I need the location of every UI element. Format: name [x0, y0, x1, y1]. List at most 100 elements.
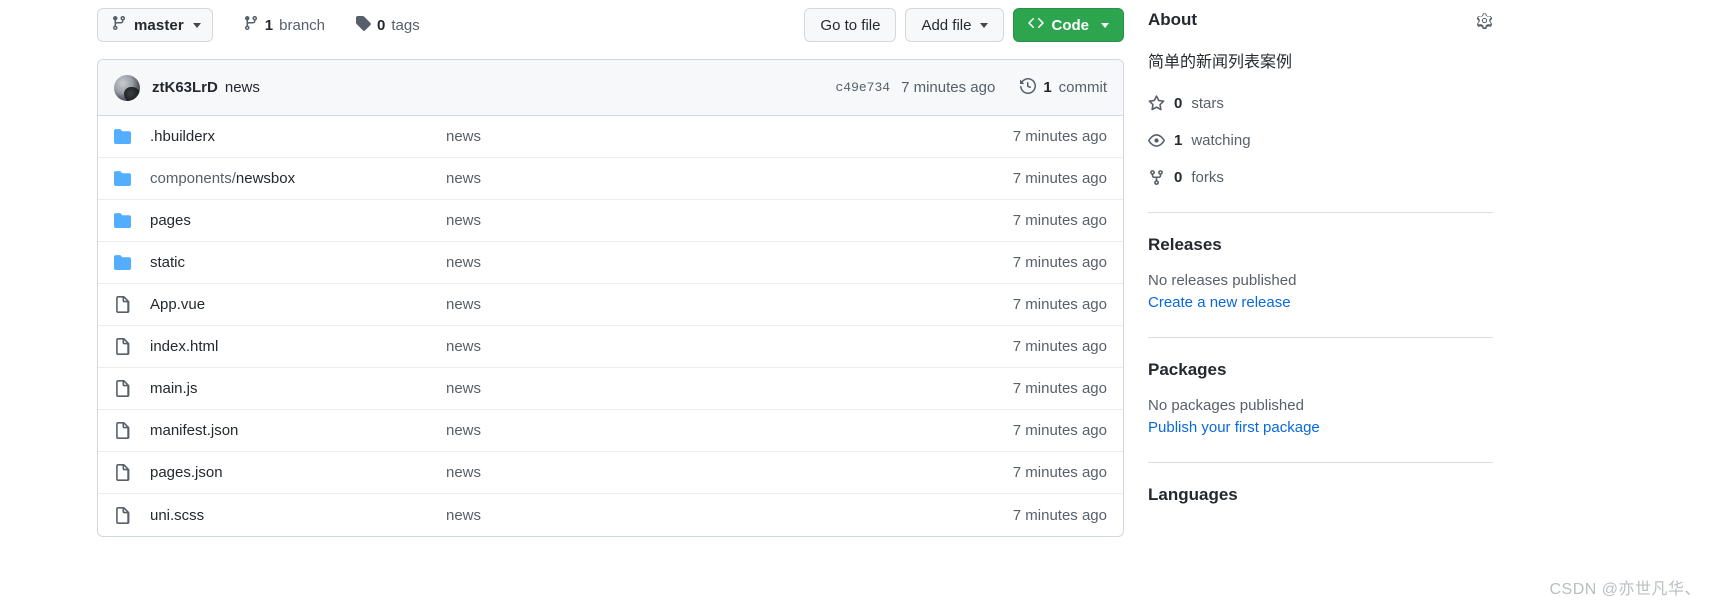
- file-commit-time: 7 minutes ago: [1012, 128, 1107, 145]
- divider: [1148, 212, 1493, 213]
- stat-stars[interactable]: 0 stars: [1148, 95, 1493, 112]
- releases-title: Releases: [1148, 235, 1222, 254]
- file-name-link[interactable]: pages.json: [150, 464, 446, 481]
- folder-icon: [114, 212, 150, 229]
- branches-count: 1: [264, 16, 274, 34]
- file-commit-message[interactable]: news: [446, 507, 1013, 524]
- table-row[interactable]: App.vue news 7 minutes ago: [98, 284, 1123, 326]
- stat-forks[interactable]: 0 forks: [1148, 169, 1493, 186]
- git-branch-icon: [111, 15, 127, 35]
- folder-icon: [114, 254, 150, 271]
- eye-icon: [1148, 132, 1165, 149]
- commit-meta: c49e734 7 minutes ago 1 commit: [835, 77, 1107, 98]
- chevron-down-icon: [1101, 22, 1109, 28]
- tag-icon: [355, 15, 371, 35]
- add-file-label: Add file: [921, 16, 972, 34]
- repository-stats: 0 stars 1 watching 0 forks: [1148, 95, 1493, 186]
- file-name-link[interactable]: pages: [150, 212, 446, 229]
- file-name-link[interactable]: .hbuilderx: [150, 128, 446, 145]
- commits-count: 1: [1043, 79, 1052, 96]
- table-row[interactable]: components/newsbox news 7 minutes ago: [98, 158, 1123, 200]
- gear-icon[interactable]: [1476, 12, 1493, 29]
- tags-label: tags: [391, 16, 420, 34]
- file-name-link[interactable]: manifest.json: [150, 422, 446, 439]
- csdn-watermark: CSDN @亦世凡华、: [1549, 581, 1701, 598]
- file-name-label: manifest.json: [150, 422, 239, 439]
- chevron-down-icon: [192, 22, 201, 28]
- stat-label: watching: [1191, 132, 1251, 149]
- commit-sha-link[interactable]: c49e734: [835, 80, 890, 95]
- file-commit-message[interactable]: news: [446, 296, 1013, 313]
- latest-commit-bar: ztK63LrD news c49e734 7 minutes ago 1 co…: [98, 60, 1123, 116]
- file-icon: [114, 464, 150, 481]
- file-name-label: App.vue: [150, 296, 206, 313]
- file-icon: [114, 422, 150, 439]
- file-commit-time: 7 minutes ago: [1012, 506, 1107, 524]
- table-row[interactable]: manifest.json news 7 minutes ago: [98, 410, 1123, 452]
- folder-icon: [114, 170, 150, 187]
- about-description: 简单的新闻列表案例: [1148, 54, 1293, 71]
- add-file-button[interactable]: Add file: [905, 8, 1004, 42]
- tags-count-link[interactable]: 0 tags: [355, 15, 420, 35]
- repository-page: master 1 branch 0 tags Go to file Add fi…: [0, 0, 1715, 609]
- file-commit-time: 7 minutes ago: [1012, 296, 1107, 313]
- branch-selector-button[interactable]: master: [97, 8, 213, 42]
- file-name-link[interactable]: static: [150, 254, 446, 271]
- file-icon: [114, 380, 150, 397]
- file-name-label: uni.scss: [150, 506, 205, 524]
- branches-label: branch: [279, 16, 326, 34]
- divider: [1148, 462, 1493, 463]
- file-commit-message[interactable]: news: [446, 170, 1013, 187]
- table-row[interactable]: index.html news 7 minutes ago: [98, 326, 1123, 368]
- star-icon: [1148, 95, 1165, 112]
- about-title: About: [1148, 10, 1198, 29]
- file-commit-message[interactable]: news: [446, 380, 1013, 397]
- table-row[interactable]: .hbuilderx news 7 minutes ago: [98, 116, 1123, 158]
- stat-count: 1: [1174, 132, 1183, 149]
- fork-icon: [1148, 169, 1165, 186]
- stat-label: stars: [1191, 95, 1224, 112]
- file-commit-message[interactable]: news: [446, 212, 1013, 229]
- file-name-link[interactable]: components/newsbox: [150, 170, 446, 187]
- tags-count: 0: [377, 16, 386, 34]
- table-row[interactable]: static news 7 minutes ago: [98, 242, 1123, 284]
- branches-count-link[interactable]: 1 branch: [243, 15, 325, 35]
- file-commit-time: 7 minutes ago: [1012, 464, 1107, 481]
- about-header: About: [1148, 0, 1493, 40]
- code-button-label: Code: [1051, 16, 1090, 34]
- publish-package-link[interactable]: Publish your first package: [1148, 419, 1493, 436]
- table-row[interactable]: pages news 7 minutes ago: [98, 200, 1123, 242]
- history-icon: [1020, 77, 1037, 98]
- file-commit-message[interactable]: news: [446, 254, 1013, 271]
- commit-history-link[interactable]: 1 commit: [1020, 77, 1107, 98]
- file-name-link[interactable]: uni.scss: [150, 507, 446, 524]
- repository-sidebar: About 简单的新闻列表案例 0 stars 1 watching 0 forks Re…: [1148, 0, 1493, 505]
- table-row[interactable]: pages.json news 7 minutes ago: [98, 452, 1123, 494]
- code-button[interactable]: Code: [1012, 8, 1124, 42]
- file-commit-time: 7 minutes ago: [1012, 212, 1107, 229]
- file-commit-message[interactable]: news: [446, 422, 1013, 439]
- user-avatar[interactable]: [114, 74, 140, 101]
- commit-message-link[interactable]: news: [225, 79, 260, 96]
- file-icon: [114, 506, 150, 524]
- file-icon: [114, 338, 150, 355]
- file-commit-time: 7 minutes ago: [1012, 254, 1107, 271]
- file-commit-message[interactable]: news: [446, 128, 1013, 145]
- stat-watching[interactable]: 1 watching: [1148, 132, 1493, 149]
- table-row[interactable]: main.js news 7 minutes ago: [98, 368, 1123, 410]
- table-row[interactable]: uni.scss news 7 minutes ago: [98, 494, 1123, 536]
- create-release-link[interactable]: Create a new release: [1148, 294, 1493, 311]
- file-commit-time: 7 minutes ago: [1012, 338, 1107, 355]
- go-to-file-button[interactable]: Go to file: [804, 8, 897, 42]
- file-commit-message[interactable]: news: [446, 338, 1013, 355]
- file-name-label: pages.json: [150, 464, 223, 481]
- file-name-link[interactable]: index.html: [150, 338, 446, 355]
- file-commit-message[interactable]: news: [446, 464, 1013, 481]
- file-name-link[interactable]: main.js: [150, 380, 446, 397]
- commit-author-link[interactable]: ztK63LrD: [152, 79, 218, 96]
- file-listing-box: ztK63LrD news c49e734 7 minutes ago 1 co…: [97, 59, 1124, 537]
- file-commit-time: 7 minutes ago: [1012, 380, 1107, 397]
- go-to-file-label: Go to file: [820, 16, 881, 34]
- packages-empty-text: No packages published: [1148, 397, 1304, 414]
- file-name-link[interactable]: App.vue: [150, 296, 446, 313]
